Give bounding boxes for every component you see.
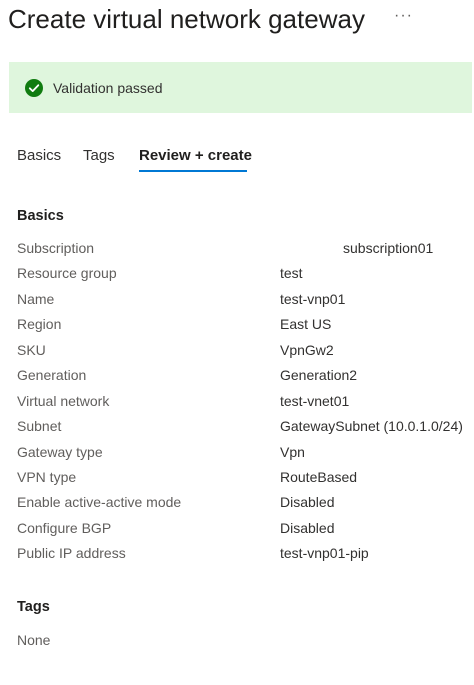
tags-section-heading: Tags (17, 599, 50, 615)
summary-value-resource-group: test (280, 265, 303, 281)
summary-label-virtual-network: Virtual network (17, 393, 110, 409)
tab-basics[interactable]: Basics (17, 146, 61, 166)
summary-value-generation: Generation2 (280, 367, 358, 383)
checkmark-circle-icon (25, 79, 43, 97)
summary-value-gateway-type: Vpn (280, 444, 305, 460)
summary-value-configure-bgp: Disabled (280, 520, 335, 536)
summary-label-region: Region (17, 316, 62, 332)
summary-label-name: Name (17, 291, 55, 307)
basics-section-heading: Basics (17, 208, 64, 224)
tab-review-create[interactable]: Review + create (139, 146, 252, 166)
summary-label-configure-bgp: Configure BGP (17, 520, 112, 536)
summary-value-active-active-mode: Disabled (280, 494, 335, 510)
more-options-icon[interactable]: ··· (394, 6, 413, 26)
summary-label-sku: SKU (17, 342, 46, 358)
summary-label-subscription: Subscription (17, 240, 95, 256)
summary-label-gateway-type: Gateway type (17, 444, 103, 460)
summary-value-public-ip-address: test-vnp01-pip (280, 545, 369, 561)
summary-value-virtual-network: test-vnet01 (280, 393, 350, 409)
summary-label-resource-group: Resource group (17, 265, 117, 281)
tags-value: None (17, 632, 51, 648)
summary-value-vpn-type: RouteBased (280, 469, 358, 485)
summary-label-vpn-type: VPN type (17, 469, 77, 485)
summary-label-active-active-mode: Enable active-active mode (17, 494, 182, 510)
summary-value-sku: VpnGw2 (280, 342, 334, 358)
summary-label-subnet: Subnet (17, 418, 62, 434)
summary-value-subscription: subscription01 (343, 240, 434, 256)
summary-value-subnet: GatewaySubnet (10.0.1.0/24) (280, 418, 463, 434)
tab-tags[interactable]: Tags (83, 146, 115, 166)
validation-banner: Validation passed (9, 62, 472, 113)
validation-message: Validation passed (53, 80, 163, 96)
summary-label-generation: Generation (17, 367, 87, 383)
active-tab-indicator (139, 170, 247, 172)
summary-value-region: East US (280, 316, 332, 332)
summary-label-public-ip-address: Public IP address (17, 545, 126, 561)
page-title: Create virtual network gateway (8, 4, 365, 34)
summary-value-name: test-vnp01 (280, 291, 346, 307)
